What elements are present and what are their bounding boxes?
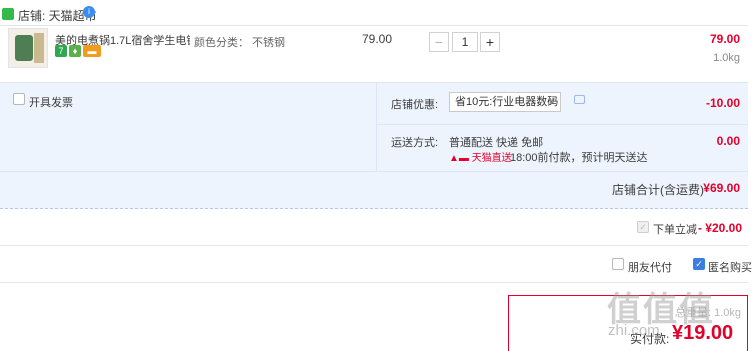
shop-discount-label: 店铺优惠: — [391, 99, 439, 111]
panel-divider — [376, 82, 377, 172]
invoice-checkbox[interactable] — [13, 93, 25, 105]
credit-card-icon: ▬ — [83, 45, 101, 57]
order-discount-checkbox: ✓ — [637, 221, 649, 233]
chevron-down-icon: ∨ — [548, 96, 556, 107]
panel-divider — [0, 171, 748, 172]
product-image-pot — [15, 35, 33, 61]
product-spec: 颜色分类： 不锈钢 — [194, 37, 286, 49]
quantity-increase-button[interactable]: + — [480, 32, 500, 52]
tmall-cat-icon: ▲▬ — [449, 153, 469, 164]
shop-coupon-selected: 省10元:行业电器数码 — [455, 96, 559, 108]
shop-discount-amount: -10.00 — [705, 96, 740, 110]
friend-pay-checkbox[interactable] — [612, 258, 624, 270]
anonymous-purchase-label[interactable]: 匿名购买 — [708, 259, 752, 275]
anonymous-purchase-checkbox[interactable]: ✓ — [693, 258, 705, 270]
item-weight: 1.0kg — [713, 52, 740, 64]
site-watermark: 值值值 — [607, 291, 715, 329]
invoice-label[interactable]: 开具发票 — [29, 94, 73, 110]
shop-total-amount: ¥69.00 — [703, 181, 740, 195]
friend-pay-label[interactable]: 朋友代付 — [628, 259, 672, 275]
tmall-direct-tag: ▲▬ 天猫直送 — [449, 149, 512, 164]
divider — [0, 245, 748, 246]
shipping-label: 运送方式: — [391, 137, 439, 149]
seven-day-return-icon: 7 — [55, 45, 67, 57]
message-icon[interactable] — [574, 95, 585, 104]
wangwang-chat-icon[interactable]: i — [83, 6, 95, 18]
unit-price: 79.00 — [362, 32, 393, 46]
service-guarantee-icon: ♦ — [69, 45, 81, 57]
shipping-amount: 0.00 — [716, 134, 740, 148]
order-discount-amount: - ¥20.00 — [697, 221, 742, 235]
shop-icon — [2, 8, 14, 20]
quantity-input[interactable]: 1 — [452, 32, 478, 52]
shipping-method: 普通配送 快递 免邮 — [449, 137, 544, 149]
shop-coupon-select[interactable]: 省10元:行业电器数码 ∨ — [449, 92, 561, 112]
tmall-direct-label: 天猫直送 — [471, 153, 512, 164]
item-total: 79.00 — [709, 32, 740, 46]
quantity-decrease-button[interactable]: − — [429, 32, 449, 52]
delivery-estimate: 18:00前付款，预计明天送达 — [510, 152, 648, 164]
product-thumbnail[interactable] — [8, 28, 48, 68]
panel-divider — [376, 124, 748, 125]
site-watermark-url: zhi.com — [608, 322, 660, 339]
product-image-box — [34, 33, 44, 63]
